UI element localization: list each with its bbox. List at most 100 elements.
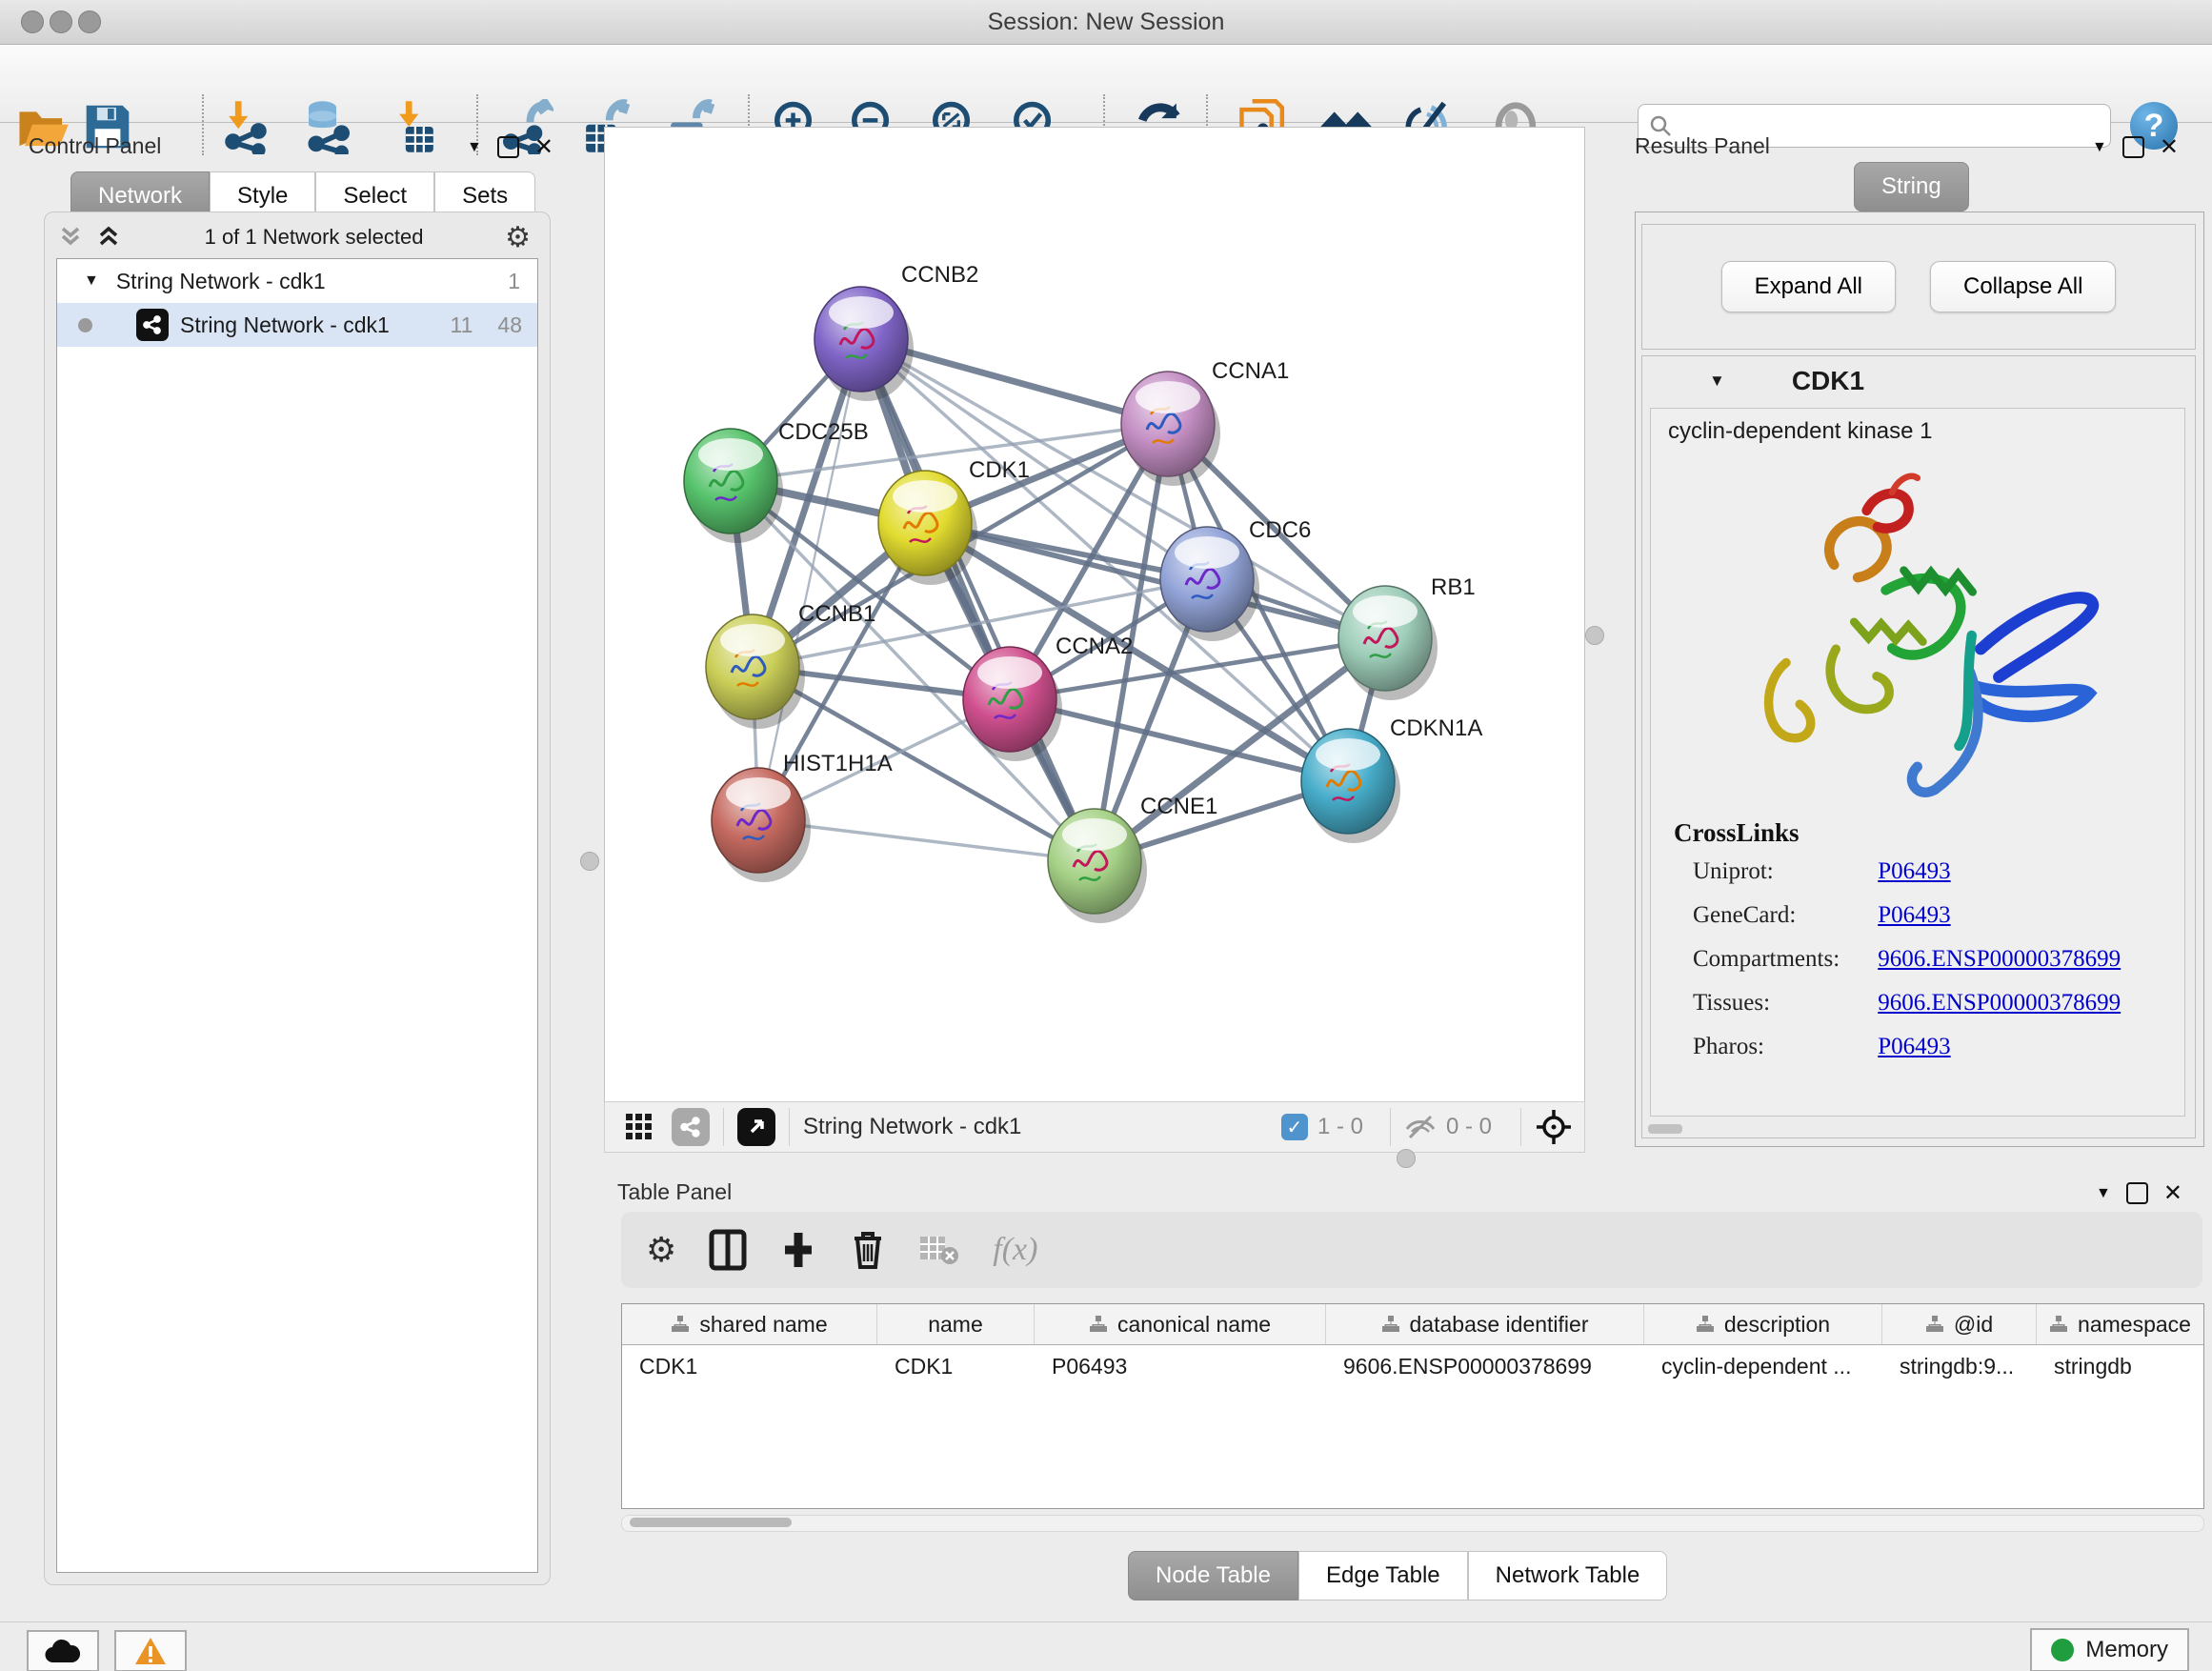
- network-node-cdc25b[interactable]: [684, 429, 783, 543]
- tab-edge-table[interactable]: Edge Table: [1298, 1551, 1468, 1601]
- network-edge[interactable]: [861, 339, 1095, 861]
- panel-float-icon[interactable]: [2126, 1182, 2148, 1204]
- panel-minimize-icon[interactable]: ▼: [2092, 139, 2107, 156]
- cell-canonical-name: P06493: [1035, 1345, 1326, 1387]
- panel-close-icon[interactable]: ✕: [2163, 1179, 2182, 1207]
- cell-description: cyclin-dependent ...: [1644, 1345, 1882, 1387]
- scrollbar-thumb[interactable]: [630, 1518, 792, 1527]
- section-expander-icon[interactable]: ▼: [1709, 372, 1725, 391]
- node-label-ccna2: CCNA2: [1056, 634, 1133, 659]
- node-label-cdkn1a: CDKN1A: [1390, 715, 1482, 741]
- tab-string[interactable]: String: [1854, 162, 1969, 211]
- network-type-icon[interactable]: [672, 1108, 710, 1146]
- tree-expander-icon[interactable]: ▼: [84, 272, 99, 290]
- panel-close-icon[interactable]: ✕: [2160, 133, 2179, 161]
- column-header: name: [928, 1312, 983, 1338]
- network-edge[interactable]: [758, 339, 861, 820]
- network-view-toolbar: String Network - cdk1 ✓ 1 - 0 0 - 0: [604, 1101, 1585, 1153]
- network-list: ▼ String Network - cdk1 1 String Network…: [56, 258, 538, 1573]
- memory-button[interactable]: Memory: [2030, 1628, 2189, 1671]
- node-label-cdc6: CDC6: [1249, 517, 1311, 543]
- current-network-label: String Network - cdk1: [803, 1114, 1021, 1140]
- gear-icon[interactable]: ⚙: [505, 221, 531, 254]
- results-panel-tabs: String: [1854, 162, 1969, 211]
- left-splitter-handle[interactable]: [580, 852, 599, 871]
- warning-button[interactable]: [114, 1630, 187, 1671]
- selected-count: 1 - 0: [1317, 1114, 1363, 1140]
- column-header: shared name: [699, 1312, 827, 1338]
- open-in-new-window-icon[interactable]: [737, 1108, 775, 1146]
- node-label-ccne1: CCNE1: [1140, 794, 1217, 819]
- delete-table-icon[interactable]: [918, 1233, 960, 1267]
- node-label-ccna1: CCNA1: [1212, 358, 1289, 384]
- add-column-icon[interactable]: [779, 1229, 817, 1271]
- table-settings-gear-icon[interactable]: ⚙: [646, 1230, 676, 1270]
- protein-structure-image: [1689, 454, 2137, 816]
- gene-symbol: CDK1: [1792, 366, 1864, 396]
- node-label-hist1h1a: HIST1H1A: [783, 751, 893, 776]
- node-table[interactable]: shared name name canonical name database…: [621, 1303, 2204, 1509]
- node-label-cdk1: CDK1: [969, 457, 1030, 483]
- results-panel: Expand All Collapse All ▼ CDK1 cyclin-de…: [1635, 211, 2204, 1147]
- control-panel: 1 of 1 Network selected ⚙ ▼ String Netwo…: [17, 130, 568, 1589]
- network-node-ccna1[interactable]: [1121, 372, 1220, 486]
- column-type-icon: [1696, 1315, 1715, 1334]
- right-splitter-handle[interactable]: [1585, 626, 1604, 645]
- collapse-all-button[interactable]: Collapse All: [1930, 261, 2116, 312]
- network-node-ccne1[interactable]: [1048, 809, 1147, 923]
- crosslink-label: Pharos:: [1693, 1034, 1872, 1060]
- selected-checkbox-icon[interactable]: ✓: [1281, 1114, 1308, 1140]
- network-collection-row[interactable]: ▼ String Network - cdk1 1: [57, 259, 537, 303]
- crosslink-uniprot[interactable]: P06493: [1878, 858, 1950, 884]
- network-node-cdk1[interactable]: [878, 471, 977, 585]
- network-node-rb1[interactable]: [1338, 586, 1438, 700]
- cell-id: stringdb:9...: [1882, 1345, 2037, 1387]
- table-horizontal-scrollbar[interactable]: [621, 1515, 2204, 1532]
- string-network-icon: [136, 309, 169, 341]
- column-header: description: [1724, 1312, 1830, 1338]
- current-network-dot-icon: [78, 318, 92, 332]
- expand-all-button[interactable]: Expand All: [1721, 261, 1896, 312]
- main-toolbar: ?: [0, 45, 2212, 123]
- crosslink-genecard[interactable]: P06493: [1878, 902, 1950, 928]
- table-toolbar: ⚙ f(x): [621, 1212, 2202, 1288]
- network-node-hist1h1a[interactable]: [712, 768, 811, 882]
- cloud-button[interactable]: [27, 1630, 99, 1671]
- network-canvas[interactable]: CCNB2CCNA1CDC25BCDK1CDC6RB1CCNB1CCNA2CDK…: [604, 127, 1585, 1102]
- crosslink-tissues[interactable]: 9606.ENSP00000378699: [1878, 990, 2121, 1016]
- panel-minimize-icon[interactable]: ▼: [2096, 1185, 2111, 1202]
- function-builder-icon[interactable]: f(x): [993, 1232, 1037, 1268]
- table-row[interactable]: CDK1 CDK1 P06493 9606.ENSP00000378699 cy…: [622, 1345, 2203, 1387]
- results-scrollbar[interactable]: [1648, 1124, 1682, 1134]
- bottom-splitter-handle[interactable]: [1397, 1149, 1416, 1168]
- cell-namespace: stringdb: [2037, 1345, 2203, 1387]
- network-node-ccnb2[interactable]: [814, 287, 914, 401]
- cell-shared-name: CDK1: [622, 1345, 877, 1387]
- status-bar: Memory: [0, 1621, 2212, 1671]
- cell-database-identifier: 9606.ENSP00000378699: [1326, 1345, 1644, 1387]
- crosslinks-title: CrossLinks: [1674, 818, 1800, 848]
- network-row[interactable]: String Network - cdk1 11 48: [57, 303, 537, 347]
- crosslink-compartments[interactable]: 9606.ENSP00000378699: [1878, 946, 2121, 972]
- network-node-ccna2[interactable]: [963, 647, 1062, 761]
- show-columns-icon[interactable]: [709, 1229, 747, 1271]
- collapse-all-icon[interactable]: [56, 223, 85, 252]
- delete-column-icon[interactable]: [850, 1229, 886, 1271]
- column-header: namespace: [2078, 1312, 2191, 1338]
- memory-label: Memory: [2085, 1637, 2168, 1663]
- tab-network-table[interactable]: Network Table: [1468, 1551, 1668, 1601]
- gene-description: cyclin-dependent kinase 1: [1668, 418, 1933, 445]
- network-graph[interactable]: CCNB2CCNA1CDC25BCDK1CDC6RB1CCNB1CCNA2CDK…: [605, 128, 1584, 1101]
- tab-node-table[interactable]: Node Table: [1128, 1551, 1298, 1601]
- column-type-icon: [2049, 1315, 2068, 1334]
- table-type-tabs: Node Table Edge Table Network Table: [1128, 1551, 1667, 1601]
- hidden-eye-icon[interactable]: [1404, 1113, 1437, 1141]
- network-node-cdkn1a[interactable]: [1301, 729, 1400, 843]
- collection-count: 1: [508, 269, 520, 294]
- column-header: database identifier: [1410, 1312, 1589, 1338]
- panel-float-icon[interactable]: [2122, 136, 2144, 158]
- crosslink-pharos[interactable]: P06493: [1878, 1034, 1950, 1059]
- fit-selected-crosshair-icon[interactable]: [1535, 1108, 1573, 1146]
- expand-all-icon[interactable]: [94, 223, 123, 252]
- birds-eye-view-icon[interactable]: [620, 1108, 658, 1146]
